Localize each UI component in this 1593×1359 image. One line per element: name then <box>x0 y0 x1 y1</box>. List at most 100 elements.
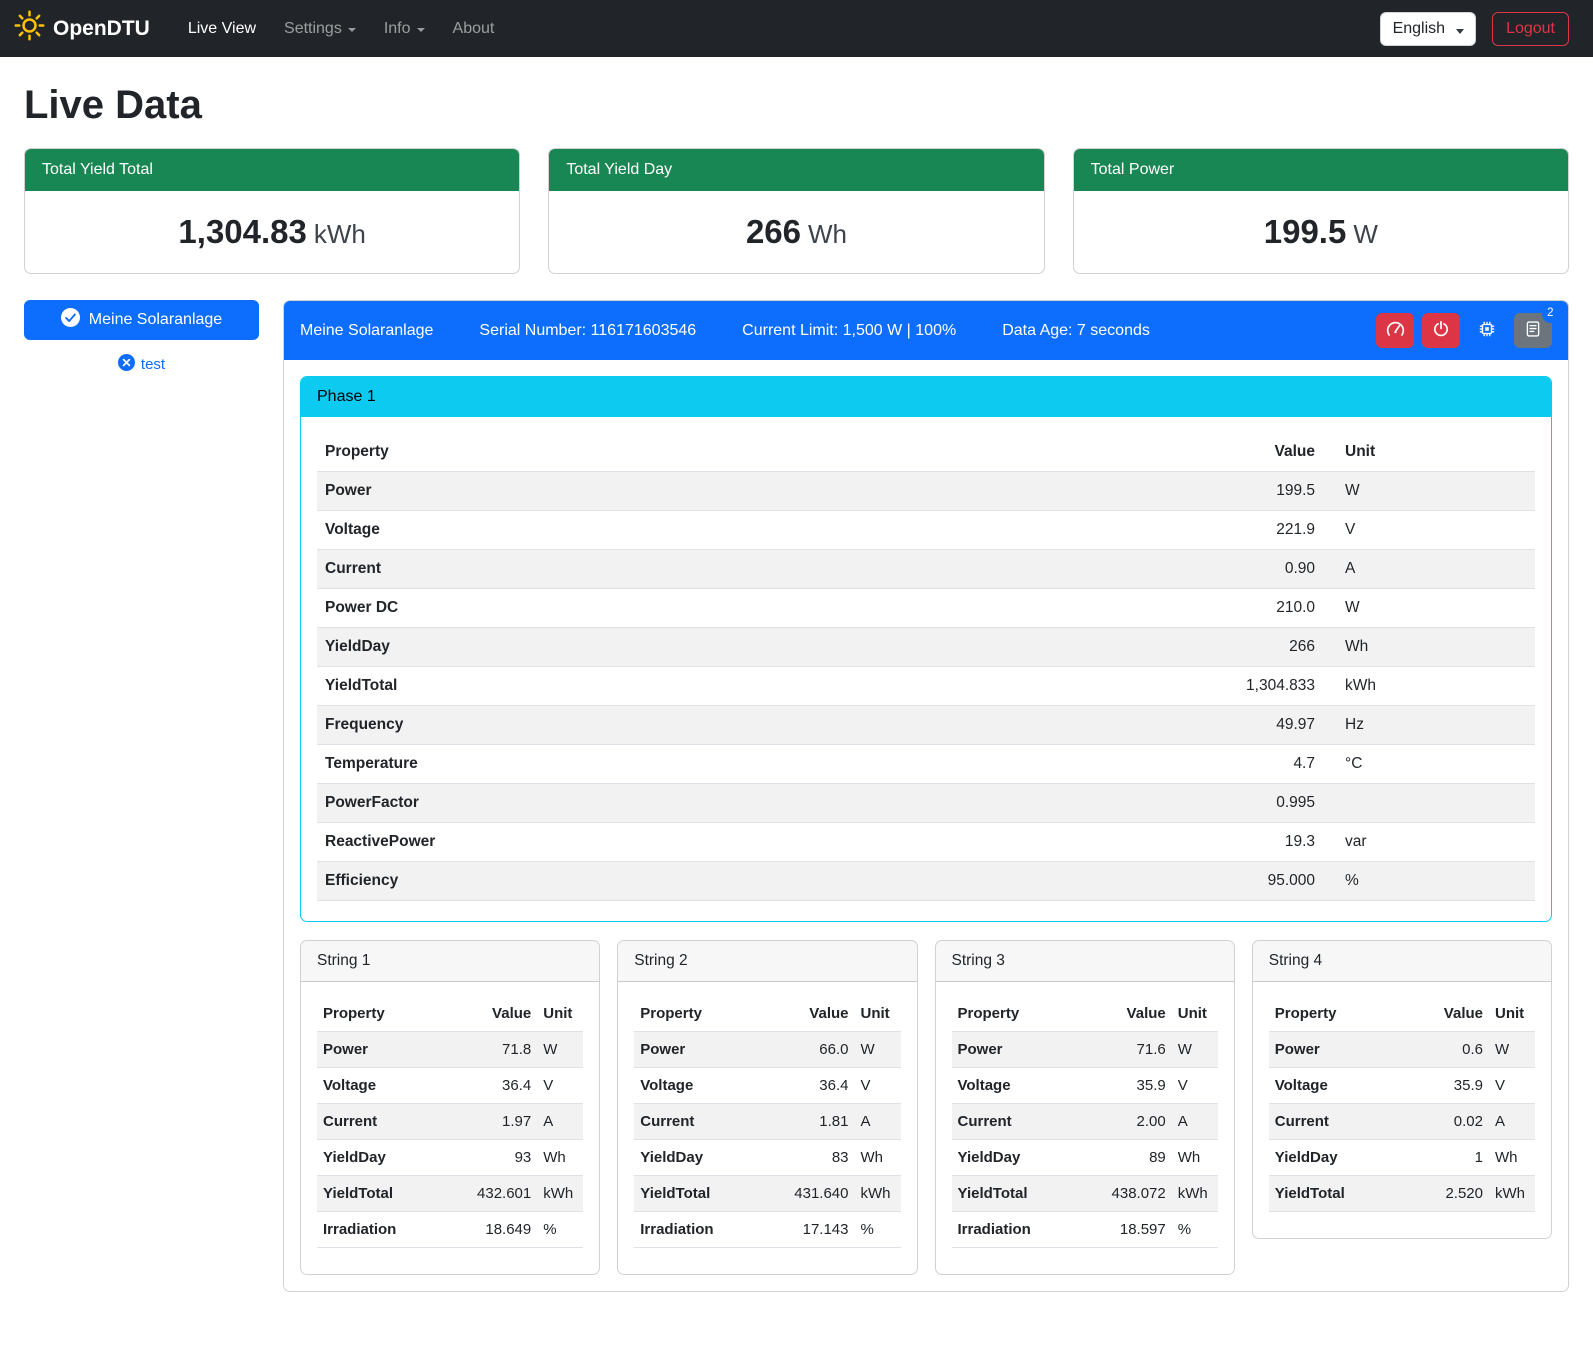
table-row: Irradiation18.649% <box>317 1212 583 1248</box>
unit-cell: V <box>1172 1068 1218 1104</box>
table-row: Voltage35.9V <box>952 1068 1218 1104</box>
property-cell: Voltage <box>634 1068 788 1104</box>
card-value: 199.5 <box>1264 213 1347 250</box>
table-row: Efficiency95.000% <box>317 862 1535 901</box>
column-property: Property <box>1269 996 1423 1032</box>
card-unit: Wh <box>808 219 847 249</box>
logout-button[interactable]: Logout <box>1492 12 1569 46</box>
table-row: Power71.8W <box>317 1032 583 1068</box>
unit-cell: % <box>537 1212 583 1248</box>
string-1-table-body: Power71.8WVoltage36.4VCurrent1.97AYieldD… <box>317 1032 583 1248</box>
value-cell: 35.9 <box>1423 1068 1489 1104</box>
unit-cell: W <box>1323 589 1535 628</box>
chevron-down-icon <box>417 28 425 32</box>
page-content: Live Data Total Yield Total 1,304.83kWh … <box>0 57 1593 1316</box>
value-cell: 432.601 <box>471 1176 537 1212</box>
power-button[interactable] <box>1422 313 1460 348</box>
column-value: Value <box>788 996 854 1032</box>
unit-cell: V <box>855 1068 901 1104</box>
unit-cell: V <box>1489 1068 1535 1104</box>
page-title: Live Data <box>24 83 1569 128</box>
table-row: ReactivePower19.3var <box>317 823 1535 862</box>
cpu-icon <box>1478 320 1496 341</box>
string-4-card: String 4 Property Value Unit <box>1252 940 1552 1239</box>
property-cell: ReactivePower <box>317 823 1201 862</box>
property-cell: Voltage <box>1269 1068 1423 1104</box>
sidebar-item-test[interactable]: test <box>24 354 259 375</box>
nav-info-label: Info <box>384 20 411 38</box>
string-2-table-body: Power66.0WVoltage36.4VCurrent1.81AYieldD… <box>634 1032 900 1248</box>
table-row: Irradiation18.597% <box>952 1212 1218 1248</box>
column-value: Value <box>1106 996 1172 1032</box>
value-cell: 1,304.833 <box>1201 667 1323 706</box>
property-cell: Power <box>317 472 1201 511</box>
table-row: YieldTotal2.520kWh <box>1269 1176 1535 1212</box>
property-cell: YieldTotal <box>634 1176 788 1212</box>
check-circle-icon <box>61 308 80 332</box>
limit-settings-button[interactable] <box>1376 313 1414 348</box>
unit-cell: Wh <box>537 1140 583 1176</box>
property-cell: YieldDay <box>634 1140 788 1176</box>
table-row: Power66.0W <box>634 1032 900 1068</box>
event-count-badge: 2 <box>1542 305 1559 323</box>
column-unit: Unit <box>537 996 583 1032</box>
unit-cell: A <box>855 1104 901 1140</box>
property-cell: Power <box>1269 1032 1423 1068</box>
property-cell: Power <box>317 1032 471 1068</box>
language-select[interactable]: English <box>1380 12 1476 46</box>
brand-link[interactable]: OpenDTU <box>14 10 150 47</box>
property-cell: Irradiation <box>317 1212 471 1248</box>
card-body: 266Wh <box>549 191 1043 273</box>
card-body: 1,304.83kWh <box>25 191 519 273</box>
card-unit: W <box>1353 219 1378 249</box>
column-unit: Unit <box>1323 433 1535 472</box>
table-row: Voltage36.4V <box>317 1068 583 1104</box>
phase-body: Property Value Unit Power199.5WVoltage22… <box>301 417 1551 921</box>
unit-cell: W <box>855 1032 901 1068</box>
nav-settings-label: Settings <box>284 20 342 38</box>
value-cell: 0.02 <box>1423 1104 1489 1140</box>
table-row: YieldDay93Wh <box>317 1140 583 1176</box>
nav-about[interactable]: About <box>439 12 509 46</box>
table-row: YieldTotal1,304.833kWh <box>317 667 1535 706</box>
unit-cell: Wh <box>855 1140 901 1176</box>
nav-settings[interactable]: Settings <box>270 12 370 46</box>
table-row: YieldDay89Wh <box>952 1140 1218 1176</box>
property-cell: YieldDay <box>1269 1140 1423 1176</box>
property-cell: YieldTotal <box>952 1176 1106 1212</box>
property-cell: Current <box>952 1104 1106 1140</box>
value-cell: 19.3 <box>1201 823 1323 862</box>
navbar-right: English Logout <box>1380 12 1569 46</box>
table-row: Current1.97A <box>317 1104 583 1140</box>
string-title: String 1 <box>301 941 599 982</box>
table-row: Current2.00A <box>952 1104 1218 1140</box>
property-cell: Voltage <box>317 1068 471 1104</box>
device-info-button[interactable] <box>1468 313 1506 348</box>
table-header-row: Property Value Unit <box>317 433 1535 472</box>
column-property: Property <box>634 996 788 1032</box>
navbar-left: OpenDTU Live View Settings Info About <box>14 10 508 47</box>
unit-cell: W <box>1323 472 1535 511</box>
nav-info[interactable]: Info <box>370 12 439 46</box>
event-log-button[interactable]: 2 <box>1514 313 1552 348</box>
property-cell: Temperature <box>317 745 1201 784</box>
unit-cell: °C <box>1323 745 1535 784</box>
value-cell: 2.520 <box>1423 1176 1489 1212</box>
string-3-card: String 3 Property Value Unit <box>935 940 1235 1275</box>
table-row: PowerFactor0.995 <box>317 784 1535 823</box>
value-cell: 2.00 <box>1106 1104 1172 1140</box>
table-row: Voltage221.9V <box>317 511 1535 550</box>
nav-live-view[interactable]: Live View <box>174 12 270 46</box>
property-cell: Irradiation <box>952 1212 1106 1248</box>
value-cell: 0.6 <box>1423 1032 1489 1068</box>
unit-cell <box>1323 784 1535 823</box>
value-cell: 199.5 <box>1201 472 1323 511</box>
card-unit: kWh <box>314 219 366 249</box>
string-title: String 3 <box>936 941 1234 982</box>
table-row: Voltage35.9V <box>1269 1068 1535 1104</box>
unit-cell: Wh <box>1172 1140 1218 1176</box>
inverter-name: Meine Solaranlage <box>300 322 433 340</box>
value-cell: 210.0 <box>1201 589 1323 628</box>
inverter-select-button[interactable]: Meine Solaranlage <box>24 300 259 340</box>
property-cell: Voltage <box>952 1068 1106 1104</box>
